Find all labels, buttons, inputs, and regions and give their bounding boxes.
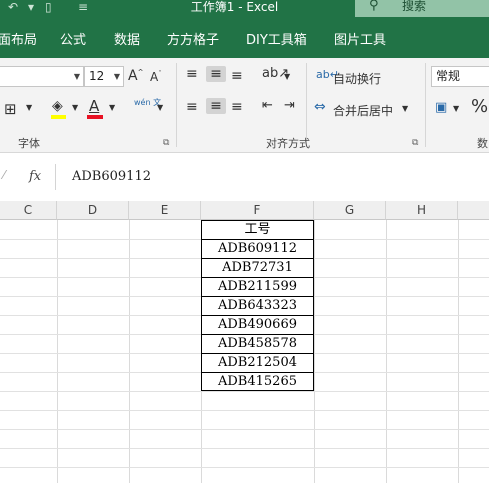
column-header-c[interactable]: C xyxy=(0,201,57,220)
top-align-icon[interactable]: ≡ xyxy=(186,66,198,82)
column-header-d[interactable]: D xyxy=(57,201,129,220)
align-left-icon[interactable]: ≡ xyxy=(186,99,198,115)
chevron-down-icon[interactable]: ▼ xyxy=(109,103,115,112)
chevron-down-icon: ▼ xyxy=(73,72,80,81)
enter-formula-icon[interactable]: ⁄ xyxy=(3,168,5,182)
shrink-font-button[interactable]: Aˇ xyxy=(150,70,162,84)
table-cell[interactable]: ADB609112 xyxy=(201,239,314,258)
search-placeholder: 搜索 xyxy=(402,0,427,13)
number-format-combo[interactable]: 常规 xyxy=(431,66,489,87)
formula-controls: ⁄ fx xyxy=(0,164,56,190)
merge-center-icon: ⇔ xyxy=(314,99,326,115)
merge-center-button[interactable]: 合并后居中 xyxy=(333,102,393,119)
table-cell[interactable]: ADB212504 xyxy=(201,353,314,372)
grid-line xyxy=(0,410,489,411)
column-header-f[interactable]: F xyxy=(201,201,314,220)
group-separator xyxy=(425,63,426,147)
font-size-combo[interactable]: 12 ▼ xyxy=(84,66,124,87)
wrap-text-button[interactable]: 自动换行 xyxy=(333,70,381,87)
table-cell[interactable]: ADB490669 xyxy=(201,315,314,334)
chevron-down-icon[interactable]: ▼ xyxy=(284,72,290,81)
grid-line xyxy=(0,391,489,392)
borders-icon[interactable]: ⊞ xyxy=(4,100,17,118)
font-name-combo[interactable]: ▼ xyxy=(0,66,84,87)
tab-data[interactable]: 数据 xyxy=(114,29,140,48)
column-header-h[interactable]: H xyxy=(386,201,458,220)
middle-align-icon[interactable]: ≡ xyxy=(206,66,226,82)
grid-line xyxy=(0,429,489,430)
table-cell[interactable]: ADB415265 xyxy=(201,372,314,391)
font-group-label: 字体 xyxy=(18,137,40,150)
dialog-launcher-icon[interactable]: ⧉ xyxy=(412,138,418,148)
alignment-group-label: 对齐方式 xyxy=(266,137,310,150)
bottom-align-icon[interactable]: ≡ xyxy=(231,68,243,84)
tab-fangfang[interactable]: 方方格子 xyxy=(167,29,219,48)
font-color-swatch xyxy=(87,115,103,119)
table-cell[interactable]: ADB211599 xyxy=(201,277,314,296)
decrease-indent-icon[interactable]: ⇤ xyxy=(262,98,273,113)
dialog-launcher-icon[interactable]: ⧉ xyxy=(163,138,169,148)
tab-page-layout[interactable]: 面布局 xyxy=(0,29,37,48)
table-cell[interactable]: ADB72731 xyxy=(201,258,314,277)
number-format-value: 常规 xyxy=(436,69,461,83)
formula-input[interactable]: ADB609112 xyxy=(72,169,151,184)
tab-picture-tools[interactable]: 图片工具 xyxy=(334,29,386,48)
increase-indent-icon[interactable]: ⇥ xyxy=(284,98,295,113)
table-cell[interactable]: ADB643323 xyxy=(201,296,314,315)
chevron-down-icon: ▼ xyxy=(113,72,120,81)
chevron-down-icon[interactable]: ▼ xyxy=(453,104,459,113)
align-right-icon[interactable]: ≡ xyxy=(231,99,243,115)
align-center-icon[interactable]: ≡ xyxy=(206,98,226,114)
number-group-label: 数 xyxy=(477,137,488,150)
grid-line xyxy=(314,220,315,483)
formula-bar: ⁄ fx ADB609112 xyxy=(0,160,489,194)
group-separator xyxy=(176,63,177,147)
grow-font-button[interactable]: A^ xyxy=(128,68,143,84)
font-color-icon[interactable]: A xyxy=(89,97,99,115)
accounting-format-icon[interactable]: ▣ xyxy=(435,100,447,115)
ribbon: ▼ 12 ▼ A^ Aˇ ⊞ ▼ ◈ ▼ A ▼ wén 文 ▼ 字体 ⧉ ≡ ≡… xyxy=(0,58,489,184)
chevron-down-icon[interactable]: ▼ xyxy=(157,103,163,112)
grid-line xyxy=(386,220,387,483)
percent-icon[interactable]: % xyxy=(471,96,488,117)
worksheet-grid[interactable]: C D E F G H 工号 ADB609112 ADB72731 ADB211… xyxy=(0,201,489,483)
grid-line xyxy=(0,448,489,449)
table-cell[interactable]: ADB458578 xyxy=(201,334,314,353)
fill-color-icon[interactable]: ◈ xyxy=(52,98,63,114)
column-header-i[interactable] xyxy=(458,201,489,220)
chevron-down-icon[interactable]: ▼ xyxy=(72,103,78,112)
table-header-cell[interactable]: 工号 xyxy=(201,220,314,239)
tab-formulas[interactable]: 公式 xyxy=(60,29,86,48)
grid-line xyxy=(129,220,130,483)
column-header-g[interactable]: G xyxy=(314,201,386,220)
font-size-value: 12 xyxy=(89,69,105,83)
grid-line xyxy=(458,220,459,483)
grid-line xyxy=(0,467,489,468)
ribbon-tabs: 面布局 公式 数据 方方格子 DIY工具箱 图片工具 xyxy=(0,18,489,58)
title-bar: ↶ ▾ ▯ ≡ 工作簿1 - Excel ⚲ 搜索 xyxy=(0,0,489,18)
chevron-down-icon[interactable]: ▼ xyxy=(402,104,408,113)
tab-diy-toolbox[interactable]: DIY工具箱 xyxy=(246,29,307,48)
column-header-e[interactable]: E xyxy=(129,201,201,220)
grid-line xyxy=(57,220,58,483)
chevron-down-icon[interactable]: ▼ xyxy=(26,103,32,112)
fill-color-swatch xyxy=(51,115,66,119)
phonetic-guide-button[interactable]: wén 文 xyxy=(134,99,161,107)
search-box[interactable]: ⚲ 搜索 xyxy=(355,0,489,17)
search-icon: ⚲ xyxy=(369,0,379,13)
insert-function-icon[interactable]: fx xyxy=(29,169,41,184)
